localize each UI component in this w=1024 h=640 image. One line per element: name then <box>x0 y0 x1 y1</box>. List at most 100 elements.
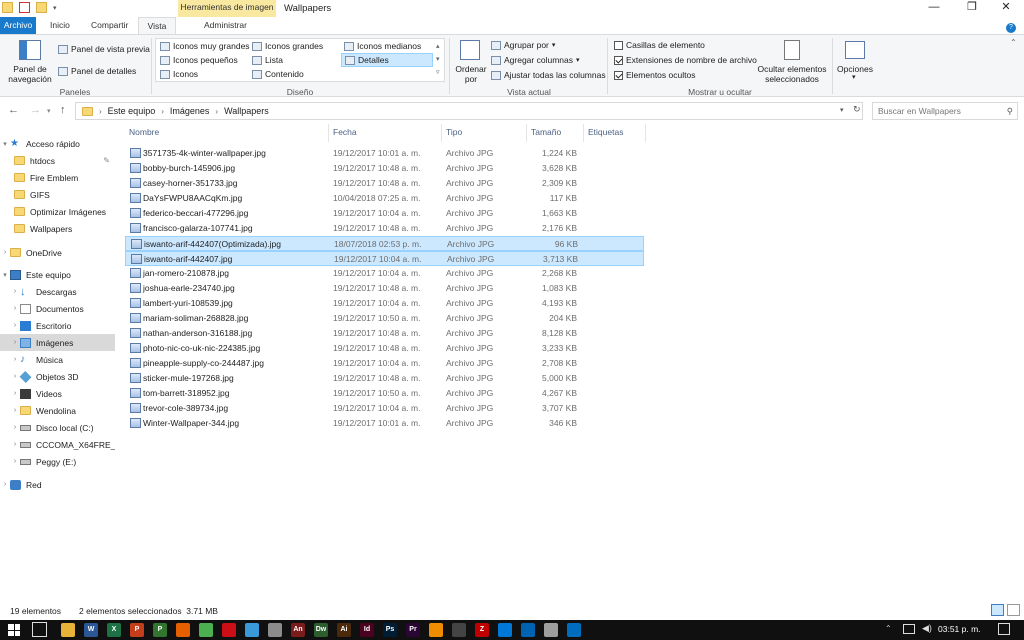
notifications-icon[interactable] <box>998 623 1010 635</box>
layout-icons[interactable]: Iconos <box>160 69 198 79</box>
close-icon[interactable]: ✕ <box>988 0 1024 17</box>
chevron-right-icon[interactable]: › <box>10 441 20 448</box>
minimize-icon[interactable]: — <box>916 0 952 17</box>
photos-icon[interactable] <box>567 623 581 637</box>
excel-icon[interactable]: X <box>107 623 121 637</box>
layout-medium[interactable]: Iconos medianos <box>344 41 421 51</box>
chevron-right-icon[interactable]: › <box>10 407 20 414</box>
file-row[interactable]: mariam-soliman-268828.jpg 19/12/2017 10:5… <box>125 311 644 326</box>
file-row[interactable]: lambert-yuri-108539.jpg 19/12/2017 10:04 … <box>125 296 644 311</box>
navigation-pane-icon[interactable] <box>19 40 41 60</box>
new-folder-icon[interactable] <box>36 2 47 13</box>
group-by-button[interactable]: Agrupar por ▾ <box>491 40 555 50</box>
chevron-down-icon[interactable]: ▾ <box>852 73 856 81</box>
hidden-items-toggle[interactable]: Elementos ocultos <box>614 70 695 80</box>
file-row[interactable]: casey-horner-351733.jpg 19/12/2017 10:48 … <box>125 176 644 191</box>
chevron-right-icon[interactable]: › <box>10 458 20 465</box>
layout-small[interactable]: Iconos pequeños <box>160 55 238 65</box>
sidebar-item-htdocs[interactable]: htdocs ✎ <box>0 152 115 169</box>
column-header-fecha[interactable]: Fecha <box>329 124 442 142</box>
folder-icon[interactable] <box>2 2 13 13</box>
file-row[interactable]: Winter-Wallpaper-344.jpg 19/12/2017 10:01… <box>125 416 644 431</box>
sort-icon[interactable] <box>460 40 480 60</box>
layout-content[interactable]: Contenido <box>252 69 304 79</box>
file-row[interactable]: iswanto-arif-442407.jpg 19/12/2017 10:04 … <box>125 251 644 266</box>
layout-list[interactable]: Lista <box>252 55 283 65</box>
animate-icon[interactable]: An <box>291 623 305 637</box>
sort-by-button[interactable]: Ordenar por <box>452 64 490 84</box>
maximize-icon[interactable]: ❐ <box>954 0 990 17</box>
sidebar-item-escritorio[interactable]: › Escritorio <box>0 317 115 334</box>
network-tray-icon[interactable] <box>903 624 915 634</box>
column-header-tamano[interactable]: Tamaño <box>527 124 584 142</box>
file-row[interactable]: 3571735-4k-winter-wallpaper.jpg 19/12/201… <box>125 146 644 161</box>
chevron-right-icon[interactable]: › <box>10 424 20 431</box>
file-row[interactable]: photo-nic-co-uk-nic-224385.jpg 19/12/2017… <box>125 341 644 356</box>
breadcrumb-wallpapers[interactable]: Wallpapers <box>224 106 269 116</box>
task-view-icon[interactable] <box>32 622 47 637</box>
file-row[interactable]: francisco-galarza-107741.jpg 19/12/2017 1… <box>125 221 644 236</box>
file-row[interactable]: federico-beccari-477296.jpg 19/12/2017 10… <box>125 206 644 221</box>
details-pane-button[interactable]: Panel de detalles <box>58 66 136 76</box>
sidebar-item-cccoma[interactable]: ›CCCOMA_X64FRE_ES <box>0 436 115 453</box>
sidebar-item-musica[interactable]: › ♪ Música <box>0 351 115 368</box>
search-input[interactable]: Buscar en Wallpapers ⚲ <box>872 102 1018 120</box>
file-explorer-icon[interactable] <box>61 623 75 637</box>
hide-selected-icon[interactable] <box>784 40 800 60</box>
sidebar-item-wallpapers[interactable]: Wallpapers <box>0 220 115 237</box>
fit-columns-button[interactable]: Ajustar todas las columnas <box>491 70 606 80</box>
file-row[interactable]: DaYsFWPU8AACqKm.jpg 10/04/2018 07:25 a. m… <box>125 191 644 206</box>
chevron-right-icon[interactable]: › <box>10 390 20 397</box>
navigation-pane-button[interactable]: Panel de navegación <box>5 64 55 84</box>
dreamweaver-icon[interactable]: Dw <box>314 623 328 637</box>
layout-extra-large[interactable]: Iconos muy grandes <box>160 41 250 51</box>
app-icon[interactable] <box>498 623 512 637</box>
sidebar-item-red[interactable]: › Red <box>0 476 115 493</box>
column-header-nombre[interactable]: Nombre <box>125 124 329 142</box>
chevron-right-icon[interactable]: › <box>10 322 20 329</box>
chevron-right-icon[interactable]: › <box>10 356 20 363</box>
sidebar-item-acceso-rapido[interactable]: ▾ ★ Acceso rápido <box>0 135 115 152</box>
opera-icon[interactable] <box>222 623 236 637</box>
tab-archivo[interactable]: Archivo <box>0 17 36 34</box>
sidebar-item-wendolina[interactable]: › Wendolina <box>0 402 115 419</box>
column-header-tipo[interactable]: Tipo <box>442 124 527 142</box>
chevron-down-icon[interactable]: ▾ <box>0 271 10 279</box>
collapse-ribbon-icon[interactable]: ⌃ <box>1010 38 1017 47</box>
address-bar[interactable]: › Este equipo › Imágenes › Wallpapers <box>75 102 863 120</box>
options-icon[interactable] <box>845 41 865 59</box>
chevron-right-icon[interactable]: › <box>0 481 10 488</box>
chevron-right-icon[interactable]: › <box>0 249 10 256</box>
large-icons-view-icon[interactable] <box>1007 604 1020 616</box>
recent-locations-icon[interactable]: ▾ <box>47 107 51 115</box>
file-row[interactable]: sticker-mule-197268.jpg 19/12/2017 10:48 … <box>125 371 644 386</box>
back-arrow-icon[interactable]: ← <box>8 104 19 116</box>
properties-icon[interactable] <box>19 2 30 13</box>
sidebar-item-disco-local[interactable]: › Disco local (C:) <box>0 419 115 436</box>
project-icon[interactable]: P <box>153 623 167 637</box>
indesign-icon[interactable]: Id <box>360 623 374 637</box>
file-row[interactable]: trevor-cole-389734.jpg 19/12/2017 10:04 a… <box>125 401 644 416</box>
sidebar-item-peggy[interactable]: › Peggy (E:) <box>0 453 115 470</box>
help-icon[interactable]: ? <box>1006 23 1016 33</box>
tab-inicio[interactable]: Inicio <box>44 17 76 34</box>
tab-vista[interactable]: Vista <box>138 17 176 34</box>
vlc-icon[interactable] <box>429 623 443 637</box>
layout-details[interactable]: Detalles <box>341 53 433 67</box>
premiere-icon[interactable]: Pr <box>406 623 420 637</box>
sidebar-item-fire-emblem[interactable]: Fire Emblem <box>0 169 115 186</box>
address-dropdown-icon[interactable]: ▾ <box>840 106 844 114</box>
cube-icon[interactable] <box>245 623 259 637</box>
clock[interactable]: 03:51 p. m. <box>938 624 981 634</box>
up-arrow-icon[interactable]: ↑ <box>60 104 66 116</box>
file-row[interactable]: bobby-burch-145906.jpg 19/12/2017 10:48 a… <box>125 161 644 176</box>
chevron-right-icon[interactable]: › <box>10 288 20 295</box>
paint-icon[interactable] <box>544 623 558 637</box>
chevron-down-icon[interactable]: ▾ <box>0 140 10 148</box>
file-extensions-toggle[interactable]: Extensiones de nombre de archivo <box>614 55 757 65</box>
column-header-etiquetas[interactable]: Etiquetas <box>584 124 646 142</box>
preview-pane-button[interactable]: Panel de vista previa <box>58 44 150 54</box>
file-row[interactable]: joshua-earle-234740.jpg 19/12/2017 10:48 … <box>125 281 644 296</box>
sidebar-item-videos[interactable]: › Videos <box>0 385 115 402</box>
file-row[interactable]: jan-romero-210878.jpg 19/12/2017 10:04 a.… <box>125 266 644 281</box>
